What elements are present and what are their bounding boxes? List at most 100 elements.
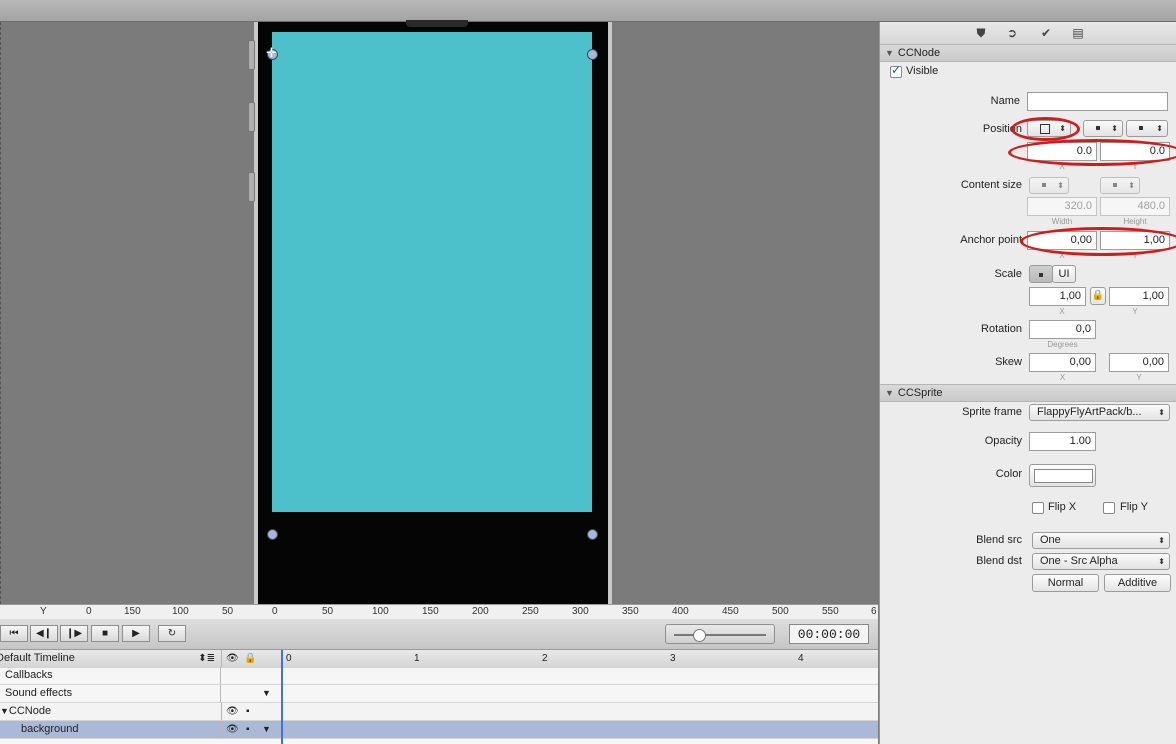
name-field[interactable] bbox=[1027, 92, 1168, 111]
rotation-field[interactable]: 0,0 bbox=[1029, 320, 1096, 339]
timeline-menu-icon[interactable]: ⬍≣ bbox=[198, 650, 215, 667]
playhead[interactable] bbox=[281, 650, 283, 744]
blend-dst-label: Blend dst bbox=[976, 555, 1022, 567]
node-props-icon[interactable]: ⛊ bbox=[971, 25, 991, 41]
lock-dot-icon[interactable]: ▪ bbox=[246, 721, 250, 738]
row-label: CCNode bbox=[8, 705, 52, 717]
disclosure-triangle-icon[interactable]: ▼ bbox=[0, 706, 9, 716]
disclosure-triangle-icon: ▼ bbox=[885, 388, 894, 398]
time-mark: 3 bbox=[670, 653, 676, 664]
skew-x-field[interactable]: 0,00 bbox=[1029, 353, 1096, 372]
selection-handle-top-right[interactable] bbox=[587, 49, 598, 60]
ruler-tick: 6 bbox=[871, 606, 877, 617]
skew-y-field[interactable]: 0,00 bbox=[1109, 353, 1169, 372]
ccsprite-section-header[interactable]: ▼ CCSprite bbox=[880, 384, 1176, 402]
popup-arrows-icon: ⬍ bbox=[1057, 181, 1064, 190]
code-connections-icon[interactable]: ➲ bbox=[1002, 25, 1022, 41]
unit-icon bbox=[1039, 273, 1043, 277]
blend-src-label: Blend src bbox=[976, 534, 1022, 546]
selection-handle-bottom-right[interactable] bbox=[587, 529, 598, 540]
normal-blend-button[interactable]: Normal bbox=[1032, 574, 1099, 592]
flip-x-checkbox[interactable] bbox=[1032, 502, 1044, 514]
flip-y-checkbox[interactable] bbox=[1103, 502, 1115, 514]
stop-icon[interactable]: ■ bbox=[91, 625, 119, 642]
row-label: Callbacks bbox=[0, 667, 221, 684]
position-y-unit-popup[interactable]: ⬍ bbox=[1126, 120, 1168, 137]
visibility-eye-icon[interactable]: 👁 bbox=[226, 703, 239, 720]
color-well[interactable] bbox=[1029, 464, 1096, 487]
unit-icon bbox=[1096, 126, 1100, 130]
y-caption: Y bbox=[1132, 307, 1138, 316]
ruler-tick: 100 bbox=[372, 606, 389, 617]
timeline-row-callbacks[interactable]: Callbacks bbox=[0, 667, 878, 685]
timeline-scale-slider[interactable] bbox=[665, 624, 775, 644]
ruler-tick: 250 bbox=[522, 606, 539, 617]
ruler-tick: 200 bbox=[472, 606, 489, 617]
content-size-label: Content size bbox=[960, 179, 1022, 191]
scale-points-toggle[interactable] bbox=[1029, 265, 1053, 283]
flip-y-label: Flip Y bbox=[1120, 501, 1148, 513]
step-back-icon[interactable]: ◀❙ bbox=[30, 625, 58, 642]
visible-checkbox[interactable]: ✓ bbox=[890, 63, 902, 78]
section-title: CCSprite bbox=[897, 387, 943, 399]
timeline-title: Default Timeline bbox=[0, 652, 75, 664]
scale-label: Scale bbox=[994, 268, 1022, 280]
ruler-tick: 0 bbox=[272, 606, 278, 617]
sprite-frame-value: FlappyFlyArtPack/b... bbox=[1037, 406, 1142, 418]
popup-arrows-icon: ⬍ bbox=[1158, 408, 1165, 417]
ruler-tick: 500 bbox=[772, 606, 789, 617]
ruler-tick: 50 bbox=[322, 606, 334, 617]
ruler-axis-label: Y bbox=[40, 606, 47, 617]
ruler-tick: 150 bbox=[124, 606, 141, 617]
content-width-field: 320.0 bbox=[1027, 197, 1097, 216]
checkmark-icon: ✓ bbox=[891, 63, 902, 77]
templates-icon[interactable]: ▤ bbox=[1068, 25, 1088, 41]
top-toolbar bbox=[0, 0, 1176, 22]
lock-dot-icon[interactable]: ▪ bbox=[246, 703, 250, 720]
scale-x-field[interactable]: 1,00 bbox=[1029, 287, 1086, 306]
degrees-caption: Degrees bbox=[1047, 340, 1078, 349]
loop-icon[interactable]: ↻ bbox=[158, 625, 186, 642]
scale-y-field[interactable]: 1,00 bbox=[1109, 287, 1169, 306]
ruler-tick: 350 bbox=[622, 606, 639, 617]
scale-lock-icon[interactable]: 🔒 bbox=[1090, 287, 1106, 305]
step-forward-icon[interactable]: ❙▶ bbox=[60, 625, 88, 642]
background-sprite[interactable] bbox=[272, 32, 592, 512]
phone-speaker bbox=[406, 20, 468, 27]
opacity-field[interactable]: 1.00 bbox=[1029, 432, 1096, 451]
timeline-row-sound-effects[interactable]: Sound effects ▼ bbox=[0, 685, 878, 703]
timeline-selector[interactable]: Default Timeline ⬍≣ bbox=[0, 650, 222, 667]
disclosure-triangle-icon: ▼ bbox=[885, 48, 894, 58]
blend-src-popup[interactable]: One ⬍ bbox=[1032, 532, 1170, 549]
annotation-ellipse bbox=[1008, 139, 1176, 166]
physics-icon[interactable]: ✔ bbox=[1036, 25, 1056, 41]
blend-dst-value: One - Src Alpha bbox=[1040, 555, 1118, 567]
slider-knob[interactable] bbox=[692, 629, 706, 642]
timeline-ruler: Y 0 150 100 50 0 50 100 150 200 250 300 … bbox=[0, 604, 878, 620]
eye-icon: 👁 bbox=[226, 653, 239, 664]
play-icon[interactable]: ▶ bbox=[122, 625, 150, 642]
timeline-panel: Default Timeline ⬍≣ 👁 🔒 0 1 2 3 4 Callbac… bbox=[0, 650, 878, 744]
name-label: Name bbox=[990, 95, 1020, 107]
scale-ui-toggle[interactable]: UI bbox=[1052, 265, 1076, 283]
additive-blend-button[interactable]: Additive bbox=[1104, 574, 1171, 592]
time-mark: 4 bbox=[798, 653, 804, 664]
go-to-start-icon[interactable]: ⏮ bbox=[0, 625, 28, 642]
x-caption: X bbox=[1059, 373, 1066, 382]
dropdown-arrow-icon[interactable]: ▼ bbox=[262, 721, 271, 738]
timeline-row-background[interactable]: background 👁 ▪ ▼ bbox=[0, 721, 878, 739]
position-x-unit-popup[interactable]: ⬍ bbox=[1083, 120, 1123, 137]
opacity-label: Opacity bbox=[984, 435, 1022, 447]
rotation-label: Rotation bbox=[981, 323, 1022, 335]
blend-dst-popup[interactable]: One - Src Alpha ⬍ bbox=[1032, 553, 1170, 570]
sprite-frame-popup[interactable]: FlappyFlyArtPack/b... ⬍ bbox=[1029, 404, 1170, 421]
inspector-panel: ⛊ ➲ ✔ ▤ ▼ CCNode ✓ Visible Name Position … bbox=[879, 22, 1176, 744]
content-height-unit-popup: ⬍ bbox=[1100, 177, 1140, 194]
visible-label: Visible bbox=[906, 65, 939, 77]
selection-handle-bottom-left[interactable] bbox=[267, 529, 278, 540]
dropdown-arrow-icon[interactable]: ▼ bbox=[262, 685, 271, 702]
timeline-row-ccnode[interactable]: ▼CCNode 👁 ▪ bbox=[0, 703, 878, 721]
visibility-eye-icon[interactable]: 👁 bbox=[226, 721, 239, 738]
skew-label: Skew bbox=[995, 356, 1022, 368]
ccnode-section-header[interactable]: ▼ CCNode bbox=[880, 44, 1176, 62]
